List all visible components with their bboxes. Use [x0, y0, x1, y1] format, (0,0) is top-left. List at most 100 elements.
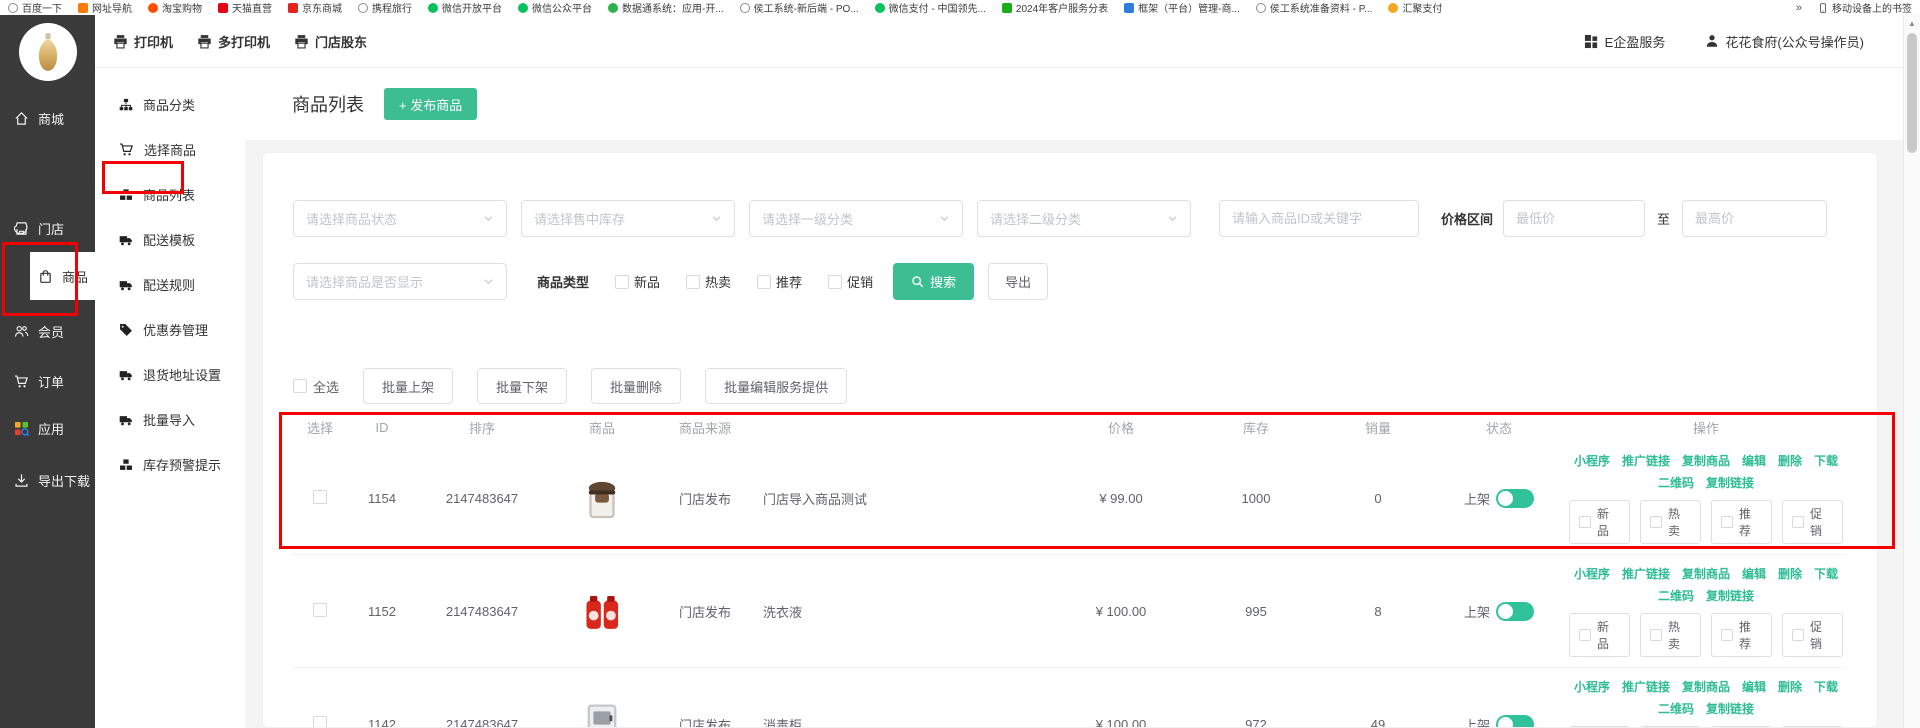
status-toggle[interactable] — [1496, 715, 1534, 728]
bookmark-item[interactable]: 侯工系统准备资料 - P... — [1256, 0, 1373, 15]
sidebar-item-门店[interactable]: 门店 — [0, 206, 95, 250]
type-checkbox-新品[interactable]: 新品 — [615, 272, 660, 291]
bookmark-item[interactable]: 携程旅行 — [358, 0, 412, 15]
topbar-item-门店股东[interactable]: 门店股东 — [294, 32, 367, 51]
bookmark-item[interactable]: 百度一下 — [8, 0, 62, 15]
filter-select-3[interactable]: 请选择一级分类 — [749, 200, 963, 237]
bookmark-item[interactable]: 2024年客户服务分表 — [1002, 0, 1108, 15]
action-link-复制链接[interactable]: 复制链接 — [1706, 587, 1754, 604]
bookmark-item[interactable]: 微信支付 - 中国领先... — [875, 0, 986, 15]
submenu-item-配送规则[interactable]: 配送规则 — [95, 262, 245, 307]
submenu-item-选择商品[interactable]: 选择商品 — [95, 127, 245, 172]
action-link-复制商品[interactable]: 复制商品 — [1682, 452, 1730, 469]
submenu-item-优惠券管理[interactable]: 优惠券管理 — [95, 307, 245, 352]
batch-button-批量上架[interactable]: 批量上架 — [363, 368, 453, 404]
submenu-item-库存预警提示[interactable]: 库存预警提示 — [95, 442, 245, 487]
sidebar-item-商品[interactable]: 商品 — [30, 252, 95, 300]
tag-checkbox-推荐[interactable]: 推荐 — [1711, 613, 1772, 657]
action-link-删除[interactable]: 删除 — [1778, 678, 1802, 695]
bookmarks-overflow-icon[interactable]: » — [1796, 2, 1802, 14]
action-link-复制商品[interactable]: 复制商品 — [1682, 678, 1730, 695]
batch-button-批量编辑服务提供[interactable]: 批量编辑服务提供 — [705, 368, 847, 404]
filter-select-1[interactable]: 请选择商品状态 — [293, 200, 507, 237]
scroll-up-icon[interactable]: ▲ — [1904, 15, 1920, 31]
service-entry[interactable]: E企盈服务 — [1584, 32, 1666, 51]
bookmark-item[interactable]: 京东商城 — [288, 0, 342, 15]
tag-checkbox-新品[interactable]: 新品 — [1569, 613, 1630, 657]
vertical-scrollbar[interactable]: ▲ — [1903, 15, 1920, 728]
action-link-复制链接[interactable]: 复制链接 — [1706, 474, 1754, 491]
bookmark-item[interactable]: 汇聚支付 — [1388, 0, 1442, 15]
tag-checkbox-推荐[interactable]: 推荐 — [1711, 500, 1772, 544]
row-checkbox[interactable] — [313, 603, 327, 617]
submenu-item-商品列表[interactable]: 商品列表 — [95, 172, 245, 217]
action-link-推广链接[interactable]: 推广链接 — [1622, 452, 1670, 469]
action-link-小程序[interactable]: 小程序 — [1574, 678, 1610, 695]
action-link-小程序[interactable]: 小程序 — [1574, 452, 1610, 469]
submenu-item-商品分类[interactable]: 商品分类 — [95, 82, 245, 127]
action-link-下载[interactable]: 下载 — [1814, 452, 1838, 469]
filter-select-4[interactable]: 请选择二级分类 — [977, 200, 1191, 237]
action-link-小程序[interactable]: 小程序 — [1574, 565, 1610, 582]
tag-checkbox-促销[interactable]: 促销 — [1782, 613, 1843, 657]
action-link-二维码[interactable]: 二维码 — [1658, 474, 1694, 491]
row-checkbox[interactable] — [313, 716, 327, 728]
type-checkbox-热卖[interactable]: 热卖 — [686, 272, 731, 291]
action-link-编辑[interactable]: 编辑 — [1742, 452, 1766, 469]
bookmark-item[interactable]: 淘宝购物 — [148, 0, 202, 15]
status-toggle[interactable] — [1496, 602, 1534, 621]
sidebar-item-商城[interactable]: 商城 — [0, 96, 95, 140]
mobile-bookmarks[interactable]: 移动设备上的书签 — [1818, 0, 1912, 15]
bookmark-item[interactable]: 框架（平台）管理-商... — [1124, 0, 1240, 15]
submenu-item-批量导入[interactable]: 批量导入 — [95, 397, 245, 442]
action-link-推广链接[interactable]: 推广链接 — [1622, 565, 1670, 582]
action-link-二维码[interactable]: 二维码 — [1658, 587, 1694, 604]
sidebar-item-导出下载[interactable]: 导出下载 — [0, 458, 95, 502]
search-button[interactable]: 搜索 — [893, 263, 974, 300]
action-link-编辑[interactable]: 编辑 — [1742, 565, 1766, 582]
sidebar-item-订单[interactable]: 订单 — [0, 359, 95, 403]
scrollbar-thumb[interactable] — [1907, 33, 1917, 153]
batch-button-批量删除[interactable]: 批量删除 — [591, 368, 681, 404]
action-link-删除[interactable]: 删除 — [1778, 565, 1802, 582]
tag-checkbox-热卖[interactable]: 热卖 — [1640, 613, 1701, 657]
tag-checkbox-新品[interactable]: 新品 — [1569, 500, 1630, 544]
action-link-下载[interactable]: 下载 — [1814, 565, 1838, 582]
keyword-input[interactable] — [1219, 200, 1419, 237]
bookmark-item[interactable]: 微信开放平台 — [428, 0, 502, 15]
bookmark-item[interactable]: 侯工系统-新后端 - PO... — [740, 0, 859, 15]
type-checkbox-促销[interactable]: 促销 — [828, 272, 873, 291]
action-link-下载[interactable]: 下载 — [1814, 678, 1838, 695]
tag-checkbox-热卖[interactable]: 热卖 — [1640, 500, 1701, 544]
type-checkbox-推荐[interactable]: 推荐 — [757, 272, 802, 291]
bookmark-item[interactable]: 网址导航 — [78, 0, 132, 15]
status-toggle[interactable] — [1496, 489, 1534, 508]
user-account[interactable]: 花花食府(公众号操作员) — [1705, 32, 1864, 51]
sidebar-item-会员[interactable]: 会员 — [0, 309, 95, 353]
bookmark-item[interactable]: 天猫直营 — [218, 0, 272, 15]
topbar-item-多打印机[interactable]: 多打印机 — [197, 32, 270, 51]
action-link-推广链接[interactable]: 推广链接 — [1622, 678, 1670, 695]
action-link-二维码[interactable]: 二维码 — [1658, 700, 1694, 717]
display-select[interactable]: 请选择商品是否显示 — [293, 263, 507, 300]
select-all-checkbox[interactable]: 全选 — [293, 377, 339, 396]
max-price-input[interactable] — [1682, 200, 1827, 237]
action-link-复制链接[interactable]: 复制链接 — [1706, 700, 1754, 717]
topbar-item-打印机[interactable]: 打印机 — [113, 32, 173, 51]
batch-button-批量下架[interactable]: 批量下架 — [477, 368, 567, 404]
submenu-item-配送模板[interactable]: 配送模板 — [95, 217, 245, 262]
action-link-编辑[interactable]: 编辑 — [1742, 678, 1766, 695]
bookmark-item[interactable]: 微信公众平台 — [518, 0, 592, 15]
checkbox-icon — [1792, 516, 1804, 528]
filter-select-2[interactable]: 请选择售中库存 — [521, 200, 735, 237]
bookmark-item[interactable]: 数据通系统：应用-开... — [608, 0, 724, 15]
min-price-input[interactable] — [1503, 200, 1645, 237]
row-checkbox[interactable] — [313, 490, 327, 504]
tag-checkbox-促销[interactable]: 促销 — [1782, 500, 1843, 544]
submenu-item-退货地址设置[interactable]: 退货地址设置 — [95, 352, 245, 397]
sidebar-item-应用[interactable]: 应用 — [0, 406, 95, 450]
action-link-删除[interactable]: 删除 — [1778, 452, 1802, 469]
export-button[interactable]: 导出 — [988, 263, 1048, 300]
publish-product-button[interactable]: + 发布商品 — [384, 88, 477, 120]
action-link-复制商品[interactable]: 复制商品 — [1682, 565, 1730, 582]
